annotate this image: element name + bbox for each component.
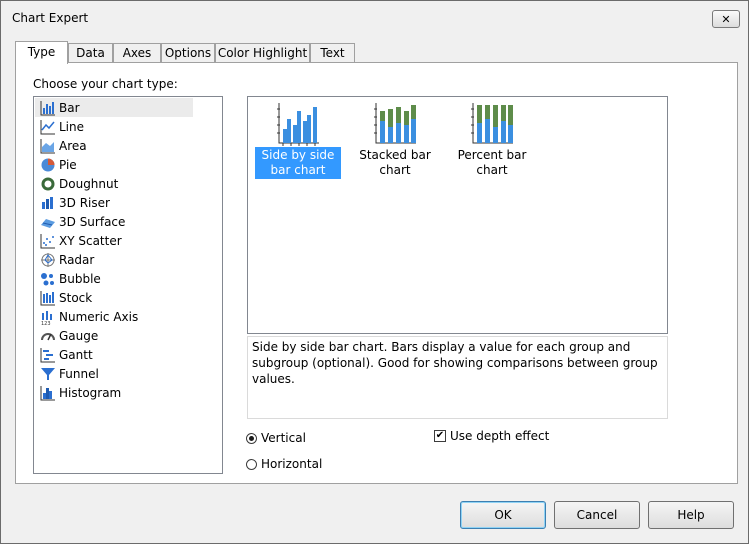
chart-type-label: Bar	[59, 100, 80, 115]
checkbox-box: ✔	[434, 430, 446, 442]
side-by-side-bar-thumbnail	[277, 103, 319, 146]
chart-type-label: Line	[59, 119, 85, 134]
chart-type-label: Stock	[59, 290, 93, 305]
tab-type[interactable]: Type	[15, 41, 68, 64]
chart-type-label: Funnel	[59, 366, 99, 381]
use-depth-effect-checkbox[interactable]: ✔ Use depth effect	[434, 429, 549, 443]
subtype-side-by-side-bar[interactable]: Side by side bar chart	[255, 101, 341, 179]
chart-type-label: Doughnut	[59, 176, 119, 191]
cancel-button[interactable]: Cancel	[554, 501, 640, 529]
tab-text[interactable]: Text	[310, 43, 355, 63]
stacked-bar-thumbnail	[374, 103, 416, 144]
chart-type-label: XY Scatter	[59, 233, 122, 248]
tab-color-highlight[interactable]: Color Highlight	[215, 43, 310, 63]
numeric-axis-icon: 123	[41, 310, 52, 325]
chart-type-label: Bubble	[59, 271, 101, 286]
chart-type-funnel[interactable]: Funnel	[35, 364, 193, 383]
chart-type-bar[interactable]: Bar	[35, 98, 193, 117]
area-chart-icon	[40, 138, 55, 153]
tab-options[interactable]: Options	[161, 43, 215, 63]
radar-chart-icon	[41, 252, 55, 267]
chart-type-list[interactable]: Bar Line Area Pie Doughnut 3D Riser 3D S…	[33, 96, 223, 474]
close-button[interactable]: ✕	[712, 10, 740, 28]
chart-type-label: Numeric Axis	[59, 309, 139, 324]
gantt-chart-icon	[40, 347, 55, 362]
chart-type-label: Radar	[59, 252, 95, 267]
horizontal-radio[interactable]: Horizontal	[246, 457, 322, 471]
subtype-stacked-bar[interactable]: Stacked bar chart	[347, 101, 443, 179]
subtype-percent-bar[interactable]: Percent bar chart	[445, 101, 539, 179]
choose-chart-type-label: Choose your chart type:	[33, 77, 178, 91]
3d-surface-icon	[41, 218, 55, 228]
window-title: Chart Expert	[12, 11, 89, 25]
chart-type-bubble[interactable]: Bubble	[35, 269, 193, 288]
scatter-chart-icon	[40, 233, 55, 248]
percent-bar-thumbnail	[471, 103, 513, 144]
chart-type-xy-scatter[interactable]: XY Scatter	[35, 231, 193, 250]
horizontal-radio-label: Horizontal	[261, 457, 323, 471]
chart-type-label: Pie	[59, 157, 77, 172]
chart-type-radar[interactable]: Radar	[35, 250, 193, 269]
vertical-radio[interactable]: Vertical	[246, 431, 306, 445]
type-tab-panel: Choose your chart type: Bar Line Area Pi…	[15, 62, 738, 484]
chart-type-3d-riser[interactable]: 3D Riser	[35, 193, 193, 212]
chart-type-area[interactable]: Area	[35, 136, 193, 155]
chart-type-stock[interactable]: Stock	[35, 288, 193, 307]
funnel-icon	[41, 367, 55, 380]
vertical-radio-label: Vertical	[261, 431, 306, 445]
chart-type-gantt[interactable]: Gantt	[35, 345, 193, 364]
chart-type-label: Area	[59, 138, 87, 153]
subtype-label: Stacked bar chart	[359, 148, 431, 177]
chart-type-label: Gauge	[59, 328, 99, 343]
chart-type-label: Gantt	[59, 347, 93, 362]
title-bar: Chart Expert ✕	[1, 1, 748, 35]
tab-axes[interactable]: Axes	[113, 43, 161, 63]
chart-type-label: 3D Riser	[59, 195, 110, 210]
use-depth-effect-label: Use depth effect	[450, 429, 550, 443]
gauge-icon	[41, 332, 55, 340]
close-icon: ✕	[721, 12, 731, 26]
stock-chart-icon	[40, 290, 55, 305]
svg-text:123: 123	[41, 321, 51, 325]
chart-type-numeric-axis[interactable]: 123 Numeric Axis	[35, 307, 193, 326]
chart-type-gauge[interactable]: Gauge	[35, 326, 193, 345]
chart-subtype-gallery: Side by side bar chart Stacked bar chart	[247, 96, 668, 334]
bubble-chart-icon	[41, 272, 54, 285]
chart-expert-dialog: Chart Expert ✕ Type Data Axes Options Co…	[0, 0, 749, 544]
bar-chart-icon	[40, 100, 55, 115]
chart-type-line[interactable]: Line	[35, 117, 193, 136]
tab-data[interactable]: Data	[68, 43, 113, 63]
help-button[interactable]: Help	[648, 501, 734, 529]
3d-riser-icon	[42, 196, 53, 209]
subtype-label: Percent bar chart	[457, 148, 527, 177]
check-icon: ✔	[435, 430, 445, 441]
pie-chart-icon	[41, 158, 55, 171]
chart-type-3d-surface[interactable]: 3D Surface	[35, 212, 193, 231]
line-chart-icon	[40, 119, 55, 134]
chart-type-label: 3D Surface	[59, 214, 126, 229]
chart-type-pie[interactable]: Pie	[35, 155, 193, 174]
radio-unselected-indicator	[246, 458, 257, 470]
histogram-icon	[40, 385, 55, 400]
chart-type-doughnut[interactable]: Doughnut	[35, 174, 193, 193]
chart-type-histogram[interactable]: Histogram	[35, 383, 193, 402]
subtype-label: Side by side bar chart	[255, 147, 341, 179]
subtype-description: Side by side bar chart. Bars display a v…	[247, 336, 668, 419]
chart-type-label: Histogram	[59, 385, 122, 400]
doughnut-chart-icon	[41, 177, 55, 190]
radio-selected-indicator	[246, 432, 257, 444]
ok-button[interactable]: OK	[460, 501, 546, 529]
